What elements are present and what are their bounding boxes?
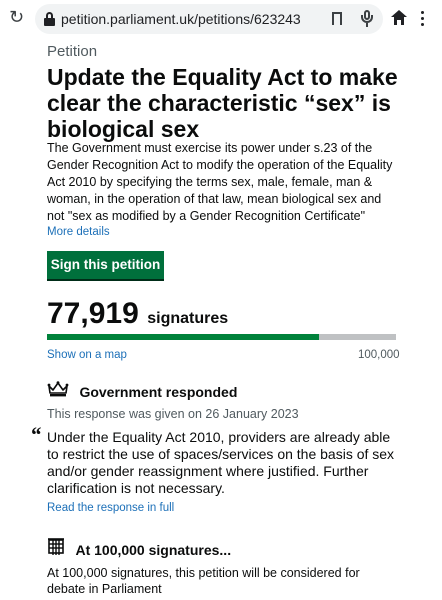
- url-text[interactable]: petition.parliament.uk/petitions/623243: [61, 11, 301, 27]
- signature-goal: 100,000: [358, 349, 400, 361]
- show-on-map-link[interactable]: Show on a map: [47, 349, 127, 361]
- page-title: Update the Equality Act to make clear th…: [47, 64, 398, 142]
- response-date: This response was given on 26 January 20…: [47, 407, 299, 421]
- quote-mark: “: [30, 422, 41, 447]
- read-response-link[interactable]: Read the response in full: [47, 502, 174, 514]
- government-response-text: Under the Equality Act 2010, providers a…: [47, 429, 395, 496]
- government-response-title: Government responded: [79, 383, 238, 400]
- crown-icon: [47, 381, 69, 402]
- address-bar[interactable]: petition.parliament.uk/petitions/623243: [35, 4, 383, 34]
- sign-petition-button[interactable]: Sign this petition: [47, 251, 164, 279]
- signature-progress-fill: [47, 334, 319, 340]
- signature-progress-bar: [47, 334, 396, 340]
- signature-count-label: signatures: [147, 310, 229, 327]
- signature-count-number: 77,919: [47, 297, 139, 330]
- signature-count: 77,919 signatures: [47, 297, 228, 331]
- browser-toolbar: ↻ petition.parliament.uk/petitions/62324…: [0, 0, 442, 38]
- debate-threshold-text: At 100,000 signatures, this petition wil…: [47, 566, 360, 596]
- petition-caption: Petition: [47, 43, 98, 60]
- bookmark-icon[interactable]: [332, 12, 342, 29]
- more-details-link[interactable]: More details: [47, 226, 110, 238]
- reload-icon[interactable]: ↻: [9, 9, 27, 27]
- portcullis-icon: [47, 538, 65, 561]
- debate-threshold-heading: At 100,000 signatures...: [47, 538, 231, 561]
- petition-summary: The Government must exercise its power u…: [47, 141, 393, 223]
- microphone-icon[interactable]: [361, 10, 373, 28]
- government-response-heading: Government responded: [47, 381, 237, 402]
- debate-threshold-title: At 100,000 signatures...: [75, 541, 232, 558]
- kebab-menu-icon[interactable]: [421, 11, 425, 27]
- lock-icon[interactable]: [44, 12, 55, 26]
- home-icon[interactable]: [391, 10, 407, 26]
